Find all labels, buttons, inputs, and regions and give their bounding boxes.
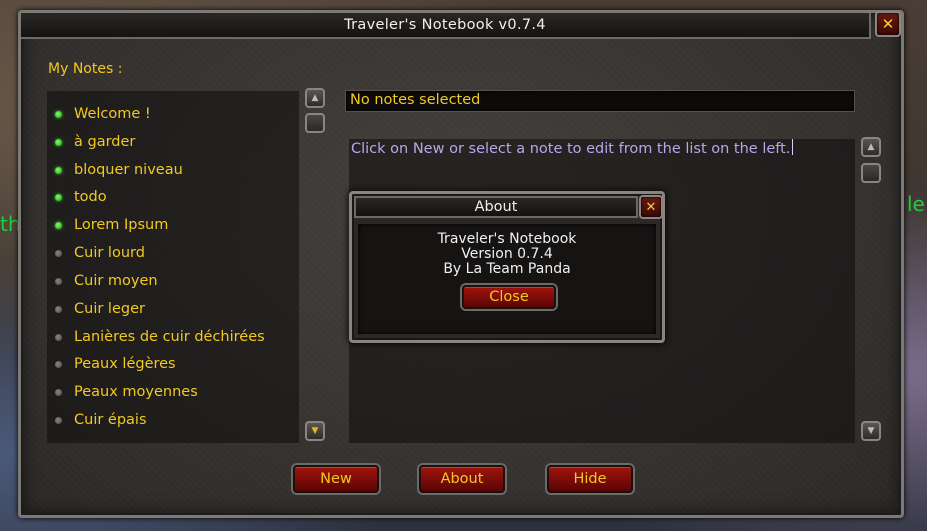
status-dot-icon [55,110,62,118]
window-close-x-icon[interactable]: ✕ [875,11,901,37]
editor-text: Click on New or select a note to edit fr… [351,139,794,157]
editor-scroll-thumb[interactable] [861,163,881,183]
window-title: Traveler's Notebook v0.7.4 [344,17,546,33]
list-scroll-up-icon[interactable]: ▲ [305,88,325,108]
list-item[interactable]: Peaux légères [47,353,297,375]
status-dot-icon [55,138,62,146]
status-dot-icon [55,193,62,201]
about-version: Version 0.7.4 [461,246,553,262]
about-app-name: Traveler's Notebook [437,231,577,247]
list-scroll-down-icon[interactable]: ▼ [305,421,325,441]
about-body: Traveler's Notebook Version 0.7.4 By La … [358,224,656,334]
status-dot-icon [55,416,62,424]
notebook-window: Traveler's Notebook v0.7.4 My Notes : We… [18,10,904,518]
about-dialog: About ✕ Traveler's Notebook Version 0.7.… [349,191,665,343]
list-item[interactable]: bloquer niveau [47,159,297,181]
status-dot-icon [55,221,62,229]
list-item[interactable]: Cuir leger [47,298,297,320]
hide-button[interactable]: Hide [547,465,633,493]
list-item[interactable]: todo [47,186,297,208]
editor-scroll-down-icon[interactable]: ▼ [861,421,881,441]
status-dot-icon [55,277,62,285]
notes-list: Welcome ! à garder bloquer niveau todo L… [47,91,299,443]
text-caret [792,139,794,155]
new-button[interactable]: New [293,465,379,493]
status-dot-icon [55,333,62,341]
status-dot-icon [55,360,62,368]
list-item[interactable]: Lorem Ipsum [47,214,297,236]
list-item[interactable]: Cuir épais [47,409,297,431]
about-author: By La Team Panda [443,261,571,277]
status-dot-icon [55,388,62,396]
about-button[interactable]: About [419,465,505,493]
about-close-button[interactable]: Close [462,285,556,309]
editor-scroll-up-icon[interactable]: ▲ [861,137,881,157]
list-item[interactable]: Cuir moyen [47,270,297,292]
about-titlebar[interactable]: About [354,196,638,218]
list-item[interactable]: Welcome ! [47,103,297,125]
window-titlebar[interactable]: Traveler's Notebook v0.7.4 [21,13,871,39]
status-dot-icon [55,166,62,174]
status-dot-icon [55,305,62,313]
list-item[interactable]: à garder [47,131,297,153]
note-title-field[interactable]: No notes selected [345,90,855,112]
list-item[interactable]: Lanières de cuir déchirées [47,326,297,348]
about-close-x-icon[interactable]: ✕ [639,195,663,219]
list-scroll-thumb[interactable] [305,113,325,133]
my-notes-label: My Notes : [48,61,123,77]
list-item[interactable]: Cuir lourd [47,242,297,264]
status-dot-icon [55,249,62,257]
list-item[interactable]: Peaux moyennes [47,381,297,403]
background-text-right: le [907,192,925,216]
about-title: About [474,199,518,215]
